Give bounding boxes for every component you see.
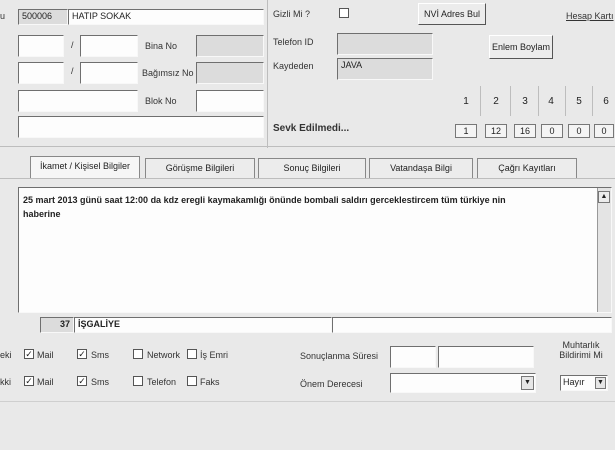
count-value-4: 0 bbox=[541, 124, 563, 138]
count-cell-divider-1 bbox=[480, 86, 481, 116]
hesap-kart-label[interactable]: Hesap Kartı bbox=[566, 11, 614, 21]
count-value-5: 0 bbox=[568, 124, 590, 138]
count-header-3: 3 bbox=[522, 96, 528, 107]
slash-1: / bbox=[71, 40, 74, 50]
muhtarlik-label-text: Muhtarlık Bildirimi Mi bbox=[559, 340, 603, 360]
row1-mail-label: Mail bbox=[37, 350, 54, 360]
telefon-label: Telefon bbox=[147, 377, 177, 387]
row2-mail-checkbox[interactable]: ✓ bbox=[24, 376, 34, 386]
tab-ikamet-kisisel[interactable]: İkamet / Kişisel Bilgiler bbox=[30, 156, 140, 178]
onem-dropdown-arrow-icon[interactable]: ▼ bbox=[521, 376, 534, 390]
tab-sonuc[interactable]: Sonuç Bilgileri bbox=[258, 158, 366, 178]
blok-no-field[interactable] bbox=[196, 90, 264, 112]
count-header-4: 4 bbox=[548, 96, 554, 107]
is-emri-label: İş Emri bbox=[200, 350, 228, 360]
top-section-separator bbox=[0, 146, 615, 147]
count-header-1: 1 bbox=[463, 96, 469, 107]
blok-no-label: Blok No bbox=[145, 96, 177, 106]
slash-2: / bbox=[71, 66, 74, 76]
row2-mail-label: Mail bbox=[37, 377, 54, 387]
gizli-label: Gizli Mi ? bbox=[273, 9, 311, 19]
row1-edge-label: eki bbox=[0, 350, 12, 360]
tab-strip-baseline bbox=[0, 178, 615, 179]
message-line-1: 25 mart 2013 günü saat 12:00 da kdz ereg… bbox=[23, 195, 506, 205]
address-extra-field[interactable] bbox=[18, 116, 264, 138]
gizli-checkbox[interactable] bbox=[339, 8, 349, 18]
message-scrollbar[interactable]: ▲ bbox=[597, 188, 611, 312]
count-header-5: 5 bbox=[576, 96, 582, 107]
count-cell-divider-2 bbox=[510, 86, 511, 116]
nvi-adres-bul-button[interactable]: NVİ Adres Bul bbox=[418, 3, 486, 25]
count-value-3: 16 bbox=[514, 124, 536, 138]
top-vertical-divider bbox=[267, 0, 268, 148]
bagimsiz-no-field[interactable] bbox=[196, 62, 264, 84]
tab-cagri-kayitlari[interactable]: Çağrı Kayıtları bbox=[477, 158, 577, 178]
message-textarea[interactable]: 25 mart 2013 günü saat 12:00 da kdz ereg… bbox=[18, 187, 612, 313]
telefon-id-field[interactable] bbox=[337, 33, 433, 55]
row1-sms-checkbox[interactable]: ✓ bbox=[77, 349, 87, 359]
daire-no-field[interactable] bbox=[18, 62, 64, 84]
sonuclanma-field-2[interactable] bbox=[438, 346, 534, 368]
faks-label: Faks bbox=[200, 377, 220, 387]
bagimsiz-no-label: Bağımsız No bbox=[142, 68, 194, 78]
count-value-1: 1 bbox=[455, 124, 477, 138]
kaydeden-label: Kaydeden bbox=[273, 61, 314, 71]
tab-gorusme[interactable]: Görüşme Bilgileri bbox=[145, 158, 255, 178]
scroll-up-arrow-icon[interactable]: ▲ bbox=[598, 191, 610, 203]
bina-no-label: Bina No bbox=[145, 41, 178, 51]
row2-sms-checkbox[interactable]: ✓ bbox=[77, 376, 87, 386]
left-edge-label: u bbox=[0, 11, 6, 21]
muhtarlik-select[interactable]: Hayır ▼ bbox=[560, 375, 608, 391]
door-no-field[interactable] bbox=[18, 35, 64, 57]
muhtarlik-value: Hayır bbox=[563, 377, 585, 387]
sonuclanma-field-1[interactable] bbox=[390, 346, 436, 368]
network-label: Network bbox=[147, 350, 181, 360]
count-cell-divider-5 bbox=[592, 86, 593, 116]
network-checkbox[interactable] bbox=[133, 349, 143, 359]
status-extra-field bbox=[332, 317, 612, 333]
count-value-2: 12 bbox=[485, 124, 507, 138]
onem-derecesi-select[interactable]: ▼ bbox=[390, 373, 536, 393]
sonuclanma-label: Sonuçlanma Süresi bbox=[300, 351, 379, 361]
status-code-field: 37 bbox=[40, 317, 74, 333]
faks-checkbox[interactable] bbox=[187, 376, 197, 386]
tab-vatandasa-bilgi[interactable]: Vatandaşa Bilgi bbox=[369, 158, 473, 178]
count-value-6: 0 bbox=[594, 124, 614, 138]
message-line-2: haberine bbox=[23, 209, 61, 219]
sevk-status-label: Sevk Edilmedi... bbox=[273, 123, 350, 134]
count-header-2: 2 bbox=[493, 96, 499, 107]
status-text-field: İŞGALİYE bbox=[74, 317, 332, 333]
bottom-separator bbox=[0, 401, 615, 402]
address-code-field[interactable]: 500006 bbox=[18, 9, 68, 25]
bagimsiz-no-input[interactable] bbox=[80, 62, 138, 84]
row2-sms-label: Sms bbox=[91, 377, 109, 387]
bina-no-input[interactable] bbox=[80, 35, 138, 57]
bina-no-field[interactable] bbox=[196, 35, 264, 57]
count-cell-divider-4 bbox=[565, 86, 566, 116]
is-emri-checkbox[interactable] bbox=[187, 349, 197, 359]
row1-mail-checkbox[interactable]: ✓ bbox=[24, 349, 34, 359]
muhtarlik-label: Muhtarlık Bildirimi Mi bbox=[556, 340, 606, 360]
address-line-field[interactable] bbox=[18, 90, 138, 112]
count-header-6: 6 bbox=[603, 96, 609, 107]
onem-derecesi-label: Önem Derecesi bbox=[300, 379, 363, 389]
telefon-id-label: Telefon ID bbox=[273, 37, 314, 47]
kaydeden-field[interactable]: JAVA bbox=[337, 58, 433, 80]
row1-sms-label: Sms bbox=[91, 350, 109, 360]
row2-edge-label: kki bbox=[0, 377, 11, 387]
count-cell-divider-3 bbox=[538, 86, 539, 116]
muhtarlik-dropdown-arrow-icon[interactable]: ▼ bbox=[595, 377, 606, 389]
enlem-boylam-button[interactable]: Enlem Boylam bbox=[489, 35, 553, 59]
street-field[interactable]: HATIP SOKAK bbox=[68, 9, 264, 25]
telefon-checkbox[interactable] bbox=[133, 376, 143, 386]
